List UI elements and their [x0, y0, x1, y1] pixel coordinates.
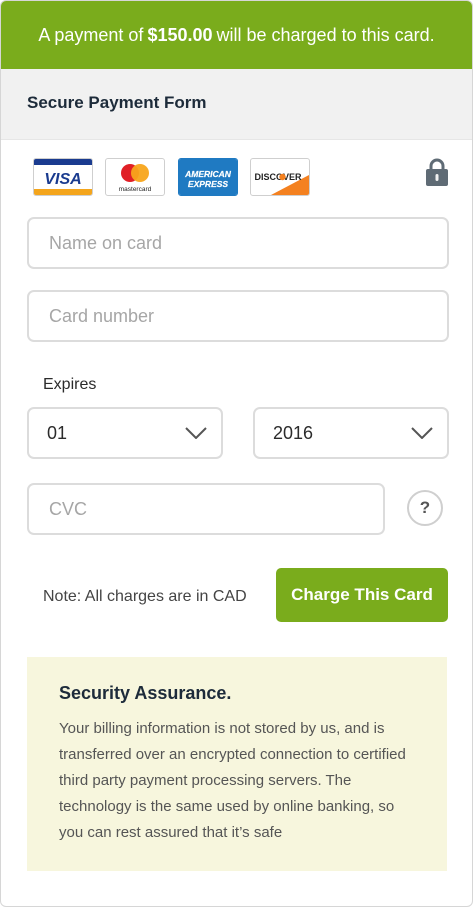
cvc-field[interactable] — [27, 483, 385, 535]
security-assurance-text: Your billing information is not stored b… — [59, 720, 406, 841]
visa-logo: VISA — [33, 158, 93, 196]
banner-amount: $150.00 — [147, 24, 213, 45]
security-assurance-box: Security Assurance. Your billing informa… — [27, 657, 447, 871]
svg-text:EXPRESS: EXPRESS — [188, 179, 228, 189]
lock-icon — [426, 158, 448, 186]
expiry-month-select[interactable]: 01 — [27, 407, 223, 459]
banner-suffix: will be charged to this card. — [216, 24, 435, 45]
mastercard-logo-text: mastercard — [119, 186, 152, 193]
expiry-month-value: 01 — [47, 422, 68, 443]
name-on-card-field[interactable] — [27, 217, 449, 269]
cvc-help-button[interactable]: ? — [407, 490, 443, 526]
mastercard-logo: mastercard — [105, 158, 165, 196]
expiry-year-select[interactable]: 2016 — [253, 407, 449, 459]
svg-text:AMERICAN: AMERICAN — [184, 169, 232, 179]
discover-logo-text: DISCOVER — [254, 172, 302, 182]
expires-label: Expires — [43, 376, 97, 393]
form-header: Secure Payment Form — [1, 69, 472, 186]
currency-note: Note: All charges are in CAD — [43, 588, 247, 605]
expiry-year-value: 2016 — [273, 422, 314, 443]
form-title: Secure Payment Form — [27, 93, 207, 112]
visa-logo-text: VISA — [44, 171, 81, 188]
discover-logo: DISCOVER — [250, 158, 310, 196]
name-on-card-input[interactable] — [47, 231, 447, 255]
cvc-input[interactable] — [47, 497, 383, 521]
amex-logo: AMERICAN EXPRESS — [178, 158, 238, 196]
card-number-field[interactable] — [27, 290, 449, 342]
payment-card: A payment of $150.00 will be charged to … — [0, 0, 473, 907]
payment-banner: A payment of $150.00 will be charged to … — [1, 1, 472, 69]
charge-card-button[interactable]: Charge This Card — [276, 568, 448, 622]
security-assurance-title: Security Assurance. — [59, 683, 232, 703]
card-number-input[interactable] — [47, 304, 447, 328]
banner-prefix: A payment of — [38, 24, 144, 45]
chevron-down-icon — [185, 427, 207, 439]
chevron-down-icon — [411, 427, 433, 439]
